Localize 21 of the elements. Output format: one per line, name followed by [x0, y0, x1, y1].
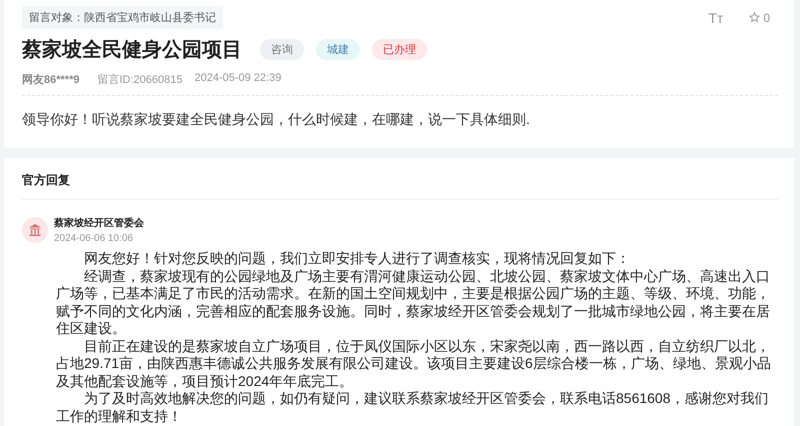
- government-building-icon: [22, 217, 48, 243]
- tag: 咨询: [260, 39, 304, 60]
- message-id: 留言ID:20660815: [97, 72, 182, 87]
- reply-paragraph: 目前正在建设的是蔡家坡自立广场项目，位于凤仪国际小区以东，宋家尧以南，西一路以西，自立纺织厂以北，占地29.71亩，由陕西惠丰德诚公共服务发展有限公司建设。该项目主要建设6层综合楼一栋，广场、绿地、景观小品及其他配套设施等，项目预计2024年年底完工。: [56, 338, 772, 390]
- message-title: 蔡家坡全民健身公园项目: [22, 38, 242, 63]
- font-size-button[interactable]: Tт: [708, 10, 724, 26]
- department-name: 蔡家坡经开区管委会: [54, 216, 144, 230]
- star-icon: [749, 12, 760, 23]
- message-target: 留言对象：陕西省宝鸡市岐山县委书记: [22, 6, 223, 29]
- favorite-button[interactable]: 0: [749, 10, 770, 24]
- reply-time: 2024-06-06 10:06: [54, 233, 134, 244]
- tag: 城建: [316, 39, 360, 60]
- reply-paragraph: 经调查，蔡家坡现有的公园绿地及广场主要有渭河健康运动公园、北坡公园、蔡家坡文体中心广场、高速出入口广场等，已基本满足了市民的活动需求。在新的国土空间规划中，主要是根据公园广场的主题、等级、环境、功能，赋予不同的文化内涵，完善相应的配套服务设施。同时，蔡家坡经开区管委会规划了一批城市绿地公园，将主要在居住区建设。: [56, 268, 771, 338]
- reply-paragraph: 为了及时高效地解决您的问题，如仍有疑问，建议联系蔡家坡经开区管委会，联系电话8561608，感谢您对我们工作的理解和支持！: [56, 390, 770, 425]
- message-content: 领导你好！听说蔡家坡要建全民健身公园，什么时候建，在哪建，说一下具体细则.: [22, 111, 531, 129]
- favorite-count: 0: [763, 10, 770, 24]
- reply-heading: 官方回复: [22, 172, 71, 189]
- tag: 已办理: [372, 39, 427, 60]
- reply-paragraph: 网友您好！针对您反映的问题，我们立即安排专人进行了调查核实，现将情况回复如下：: [83, 250, 631, 268]
- author-name: 网友86****9: [22, 73, 80, 87]
- message-time: 2024-05-09 22:39: [194, 72, 282, 86]
